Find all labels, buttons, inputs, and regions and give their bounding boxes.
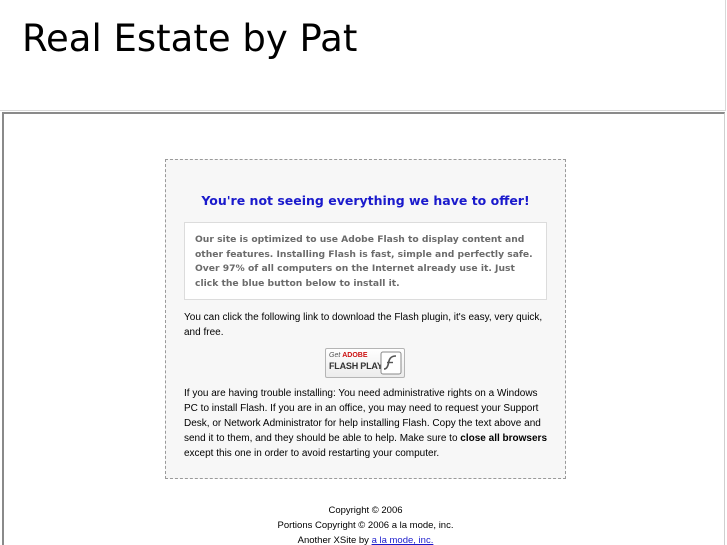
site-header: Real Estate by Pat xyxy=(0,0,726,111)
flash-notice-box: You're not seeing everything we have to … xyxy=(165,159,566,479)
trouble-installing-text: If you are having trouble installing: Yo… xyxy=(184,386,554,461)
trouble-text-after: except this one in order to avoid restar… xyxy=(184,448,440,459)
footer-another-xsite: Another XSite by a la mode, inc. xyxy=(165,533,566,545)
page-footer: Copyright © 2006 Portions Copyright © 20… xyxy=(165,503,566,545)
footer-another-prefix: Another XSite by xyxy=(297,535,372,545)
download-instructions: You can click the following link to down… xyxy=(184,312,543,338)
flash-logo-icon xyxy=(380,351,402,375)
flash-info-box: Our site is optimized to use Adobe Flash… xyxy=(184,222,547,300)
footer-alamode-link[interactable]: a la mode, inc. xyxy=(372,535,434,545)
badge-get-text: Get ADOBE xyxy=(329,352,368,360)
trouble-text-bold: close all browsers xyxy=(460,433,548,444)
notice-heading: You're not seeing everything we have to … xyxy=(201,193,530,208)
footer-copyright: Copyright © 2006 xyxy=(328,505,403,516)
badge-get-label: Get xyxy=(329,352,341,359)
badge-adobe-label: ADOBE xyxy=(342,352,368,359)
footer-portions-copyright: Portions Copyright © 2006 a la mode, inc… xyxy=(277,520,454,531)
site-title: Real Estate by Pat xyxy=(22,17,358,60)
get-flash-player-button[interactable]: Get ADOBE FLASH PLAYER xyxy=(325,348,405,378)
page: Real Estate by Pat You're not seeing eve… xyxy=(0,0,727,545)
